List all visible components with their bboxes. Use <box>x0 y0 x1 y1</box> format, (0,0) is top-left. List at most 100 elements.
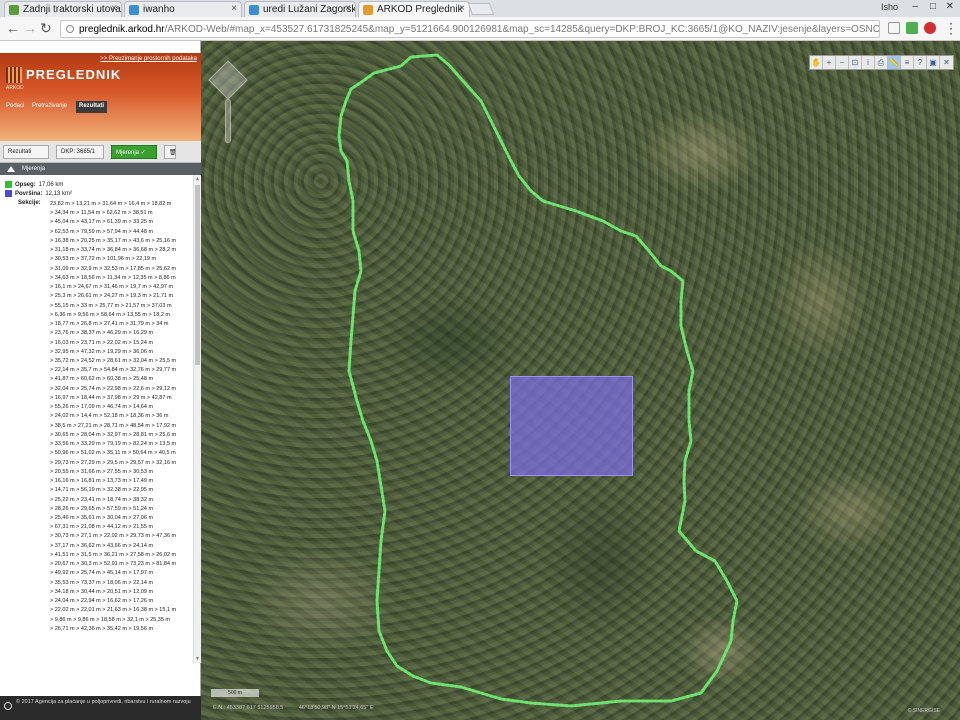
measurements-button[interactable]: Mjerenja ✓ <box>111 145 157 159</box>
measurements-panel-header[interactable]: Mjerenja <box>0 163 201 175</box>
zoom-in-icon[interactable]: + <box>823 56 836 69</box>
browser-tab-bar: Zadnji traktorski utovarivač × iwanho × … <box>0 0 960 17</box>
segment-row: > 18,77 m > 26,8 m > 27,41 m > 31,79 m >… <box>50 321 169 328</box>
map-copyright: © SINERGISE <box>907 708 940 714</box>
zoom-out-icon[interactable]: − <box>836 56 849 69</box>
segment-row: > 16,97 m > 18,44 m > 37,98 m > 29 m > 4… <box>50 394 172 401</box>
zoom-slider[interactable] <box>225 99 231 143</box>
tab-close-icon[interactable]: × <box>459 3 465 14</box>
segment-row: > 16,38 m > 20,25 m > 35,17 m > 43,6 m >… <box>50 237 177 244</box>
scale-bar: 500 m <box>211 689 259 697</box>
tab-close-icon[interactable]: × <box>345 3 351 14</box>
address-bar[interactable]: preglednik.arkod.hr/ARKOD-Web/#map_x=453… <box>60 20 880 38</box>
tab-rezultati[interactable]: Rezultati <box>76 101 108 113</box>
segment-row: > 6,36 m > 9,56 m > 58,64 m > 13,55 m > … <box>50 311 171 318</box>
coordinates-readout: E.N.: 453387,617 5125958,5 46°13'50,98" … <box>213 705 388 711</box>
segment-row: > 41,51 m > 31,5 m > 36,21 m > 27,58 m >… <box>50 551 177 558</box>
measure-icon[interactable]: 📏 <box>888 56 901 69</box>
scroll-up-icon[interactable]: ▲ <box>195 176 200 182</box>
segment-row: > 20,55 m > 31,66 m > 27,55 m > 30,53 m <box>50 468 154 475</box>
segment-row: > 41,87 m > 60,62 m > 60,38 m > 25,48 m <box>50 376 154 383</box>
print-icon[interactable]: ⎙ <box>875 56 888 69</box>
results-toolbar: Rezultati DKP: 3665/1 Mjerenja ✓ 🗑 <box>0 141 201 163</box>
segment-row: > 32,04 m > 25,74 m > 22,98 m > 22,6 m >… <box>50 385 177 392</box>
app-subtitle: ARKOD <box>6 85 24 91</box>
segment-row: > 32,95 m > 47,32 m > 19,29 m > 36,06 m <box>50 348 154 355</box>
scrollbar-thumb[interactable] <box>195 185 200 365</box>
segment-row: > 45,04 m > 43,17 m > 61,39 m > 33,25 m <box>50 219 154 226</box>
address-path: /ARKOD-Web/#map_x=453527.61731825245&map… <box>164 24 880 35</box>
panel-scrollbar[interactable]: ▲ ▼ <box>193 175 201 663</box>
segment-row: > 16,1 m > 24,67 m > 31,46 m > 19,7 m > … <box>50 284 174 291</box>
agency-logo-icon <box>4 702 12 710</box>
download-spatial-data-link[interactable]: >> Preuzimanje prostornih podataka <box>100 56 197 62</box>
panel-title: Mjerenja <box>22 166 46 172</box>
back-icon[interactable]: ← <box>6 21 20 35</box>
segment-row: > 31,09 m > 32,9 m > 32,53 m > 17,85 m >… <box>50 265 177 272</box>
tab-label: uredi Lužani Zagorski <box>263 4 356 15</box>
address-host: preglednik.arkod.hr <box>79 24 165 35</box>
segments-label: Sekcije: <box>18 200 41 206</box>
browser-tab-2[interactable]: iwanho × <box>124 1 242 17</box>
menu-icon[interactable]: ⋮ <box>944 21 958 35</box>
area-label: Površina: <box>15 191 43 198</box>
arkod-logo-icon <box>6 67 22 83</box>
browser-tab-4[interactable]: ARKOD Preglednik × <box>358 1 470 17</box>
minimize-icon[interactable]: – <box>912 1 918 12</box>
area-legend: Površina: 12,13 km² <box>5 190 72 197</box>
close-map-icon[interactable]: ✕ <box>940 56 953 69</box>
area-swatch <box>5 190 12 197</box>
perimeter-value: 17,06 km <box>38 182 64 189</box>
tab-close-icon[interactable]: × <box>111 3 117 14</box>
save-icon[interactable]: ▣ <box>927 56 940 69</box>
forward-icon[interactable]: → <box>23 21 37 35</box>
tab-pretrazivanje[interactable]: Pretraživanje <box>29 101 70 113</box>
segment-row: > 28,26 m > 29,65 m > 57,59 m > 51,24 m <box>50 505 154 512</box>
browser-tab-1[interactable]: Zadnji traktorski utovarivač × <box>4 1 122 17</box>
tab-label: ARKOD Preglednik <box>377 4 463 15</box>
trash-icon[interactable]: 🗑 <box>164 145 177 159</box>
tab-close-icon[interactable]: × <box>231 3 237 14</box>
results-button[interactable]: Rezultati <box>3 145 49 159</box>
scroll-down-icon[interactable]: ▼ <box>195 656 200 662</box>
query-result-button[interactable]: DKP: 3665/1 <box>56 145 104 159</box>
segment-row: > 29,73 m > 27,29 m > 29,5 m > 29,57 m >… <box>50 459 177 466</box>
segment-row: > 33,56 m > 33,29 m > 79,19 m > 82,24 m … <box>50 441 177 448</box>
segment-row: > 35,72 m > 24,52 m > 28,61 m > 32,04 m … <box>50 357 177 364</box>
tab-favicon-icon <box>129 5 139 15</box>
browser-tab-3[interactable]: uredi Lužani Zagorski × <box>244 1 356 17</box>
tab-favicon-icon <box>249 5 259 15</box>
tab-label: iwanho <box>143 4 175 15</box>
segment-row: > 35,53 m > 73,37 m > 18,06 m > 22,14 m <box>50 579 154 586</box>
segment-row: > 16,03 m > 23,71 m > 22,02 m > 15,24 m <box>50 339 154 346</box>
map-view[interactable]: ✋ + − ⊡ i ⎙ 📏 ≡ ? ▣ ✕ 500 m E.N.: 453387… <box>201 41 960 720</box>
zoom-box-icon[interactable]: ⊡ <box>849 56 862 69</box>
segment-row: > 22,02 m > 22,01 m > 21,63 m > 16,38 m … <box>50 607 177 614</box>
segment-row: > 55,26 m > 17,09 m > 46,74 m > 14,64 m <box>50 404 154 411</box>
segment-row: > 25,46 m > 35,61 m > 30,04 m > 27,06 m <box>50 514 154 521</box>
geographic-coords: 46°13'50,98" N 15°51'24,65" E <box>298 705 374 711</box>
segment-row: > 24,04 m > 22,94 m > 16,62 m > 17,26 m <box>50 598 154 605</box>
tab-label: Zadnji traktorski utovarivač <box>23 4 121 15</box>
help-icon[interactable]: ? <box>914 56 927 69</box>
app-header: >> Preuzimanje prostornih podataka PREGL… <box>0 53 201 141</box>
browser-toolbar: ← → ↻ preglednik.arkod.hr/ARKOD-Web/#map… <box>0 17 960 41</box>
reload-icon[interactable]: ↻ <box>40 21 52 35</box>
collapse-icon[interactable] <box>7 166 15 172</box>
app-title: PREGLEDNIK <box>26 67 122 82</box>
footer: © 2017 Agencija za plaćanje u poljoprivr… <box>0 696 201 720</box>
maximize-icon[interactable]: □ <box>930 1 936 12</box>
info-icon[interactable]: i <box>862 56 875 69</box>
page-info-icon[interactable] <box>66 25 74 33</box>
segment-row: > 14,71 m > 56,19 m > 32,38 m > 22,95 m <box>50 487 154 494</box>
layers-icon[interactable]: ≡ <box>901 56 914 69</box>
opera-extension-icon[interactable] <box>924 22 936 34</box>
new-tab-button[interactable] <box>467 3 495 15</box>
profile-name[interactable]: Isho <box>881 2 898 12</box>
segment-row: > 22,14 m > 35,7 m > 54,84 m > 32,76 m >… <box>50 367 177 374</box>
pan-icon[interactable]: ✋ <box>810 56 823 69</box>
window-close-icon[interactable]: ✕ <box>946 1 954 12</box>
tab-podaci[interactable]: Podaci <box>3 101 27 113</box>
bookmark-star-icon[interactable] <box>888 22 900 34</box>
extension-icon[interactable] <box>906 22 918 34</box>
